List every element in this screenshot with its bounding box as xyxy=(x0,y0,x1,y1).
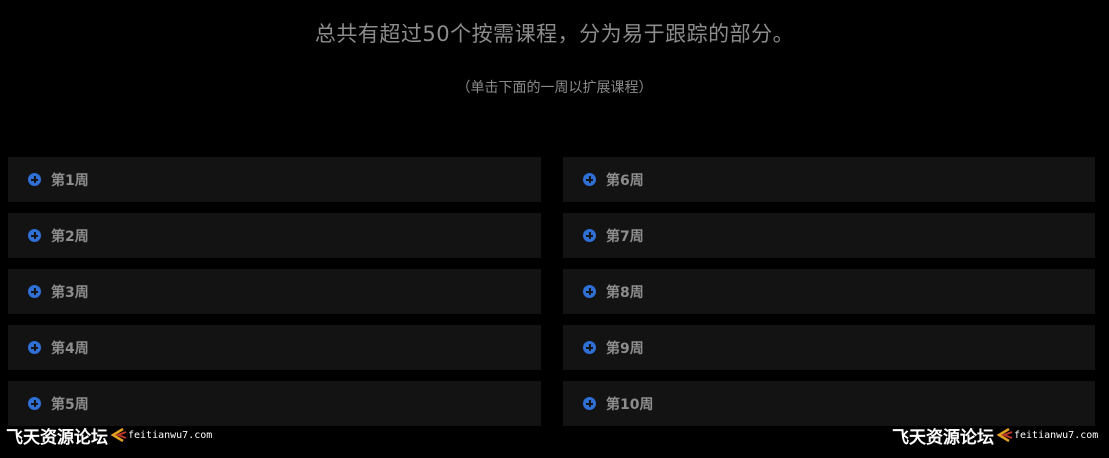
week-7-accordion[interactable]: 第7周 xyxy=(563,213,1095,258)
week-label: 第8周 xyxy=(606,284,644,301)
week-9-accordion[interactable]: 第9周 xyxy=(563,325,1095,370)
plus-circle-icon xyxy=(583,285,596,298)
week-label: 第1周 xyxy=(51,172,89,189)
plus-circle-icon xyxy=(28,173,41,186)
plus-circle-icon xyxy=(583,229,596,242)
expand-hint: （单击下面的一周以扩展课程） xyxy=(456,80,653,96)
watermark-left: 飞天资源论坛 feitianwu7.com xyxy=(6,424,213,448)
plus-circle-icon xyxy=(583,397,596,410)
plus-circle-icon xyxy=(583,173,596,186)
week-label: 第6周 xyxy=(606,172,644,189)
watermark-right: 飞天资源论坛 feitianwu7.com xyxy=(892,424,1099,448)
watermark-logo-icon xyxy=(996,427,1013,443)
plus-circle-icon xyxy=(583,341,596,354)
watermark-logo-icon xyxy=(110,427,127,443)
plus-circle-icon xyxy=(28,341,41,354)
watermark-site-name: 飞天资源论坛 xyxy=(6,427,108,448)
weeks-column-right: 第6周 第7周 第8周 第9周 第10周 xyxy=(563,157,1095,437)
week-label: 第5周 xyxy=(51,396,89,413)
week-label: 第7周 xyxy=(606,228,644,245)
page-title: 总共有超过50个按需课程，分为易于跟踪的部分。 xyxy=(314,22,795,46)
watermark-site-name: 飞天资源论坛 xyxy=(892,427,994,448)
week-8-accordion[interactable]: 第8周 xyxy=(563,269,1095,314)
week-label: 第4周 xyxy=(51,340,89,357)
watermark-url: feitianwu7.com xyxy=(1014,429,1099,441)
week-label: 第10周 xyxy=(606,396,654,413)
plus-circle-icon xyxy=(28,285,41,298)
watermark-url: feitianwu7.com xyxy=(128,429,213,441)
week-2-accordion[interactable]: 第2周 xyxy=(8,213,541,258)
week-10-accordion[interactable]: 第10周 xyxy=(563,381,1095,426)
week-label: 第9周 xyxy=(606,340,644,357)
week-5-accordion[interactable]: 第5周 xyxy=(8,381,541,426)
plus-circle-icon xyxy=(28,397,41,410)
week-1-accordion[interactable]: 第1周 xyxy=(8,157,541,202)
week-4-accordion[interactable]: 第4周 xyxy=(8,325,541,370)
week-6-accordion[interactable]: 第6周 xyxy=(563,157,1095,202)
plus-circle-icon xyxy=(28,229,41,242)
week-3-accordion[interactable]: 第3周 xyxy=(8,269,541,314)
weeks-column-left: 第1周 第2周 第3周 第4周 第5周 xyxy=(8,157,541,437)
week-label: 第3周 xyxy=(51,284,89,301)
week-label: 第2周 xyxy=(51,228,89,245)
